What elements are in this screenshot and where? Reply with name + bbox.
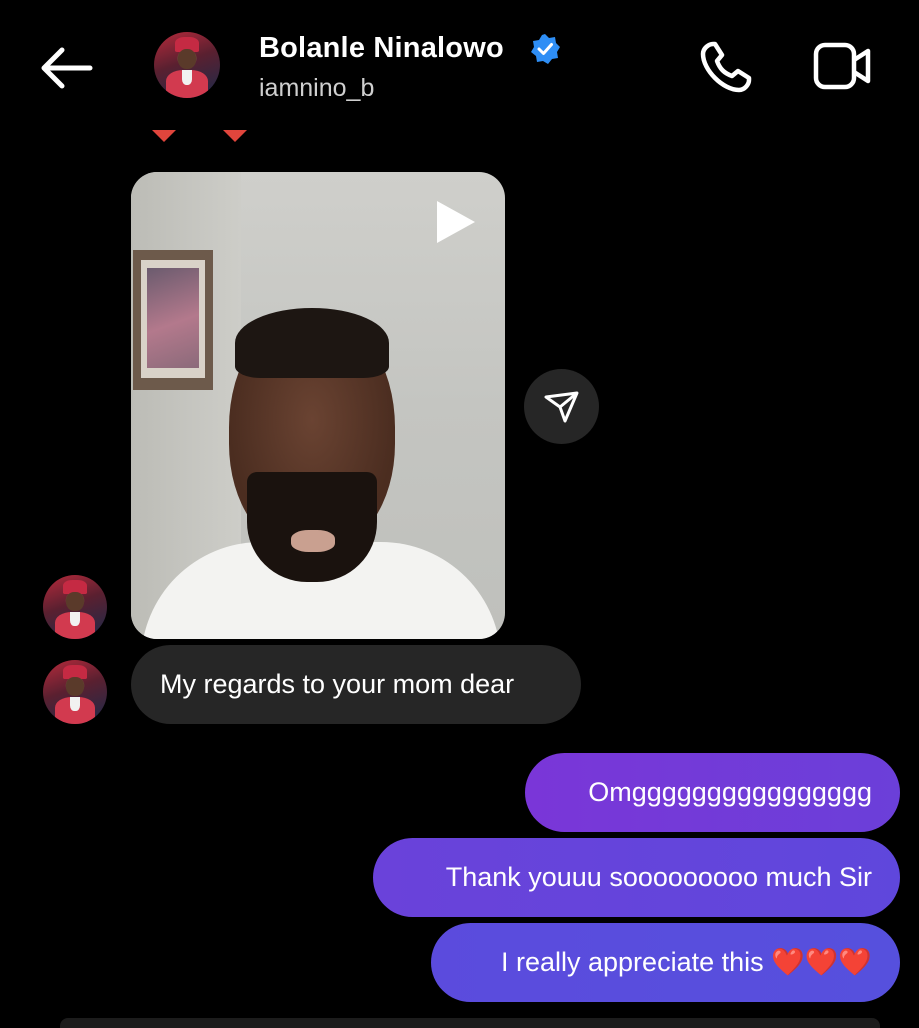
sender-avatar[interactable]	[43, 660, 107, 724]
chat-header: Bolanle Ninalowo iamnino_b	[0, 0, 919, 130]
heart-emoji-icon: ❤️❤️❤️	[771, 947, 872, 977]
back-arrow-icon[interactable]	[38, 40, 94, 96]
sender-avatar[interactable]	[43, 575, 107, 639]
contact-avatar[interactable]	[154, 32, 220, 98]
video-camera-icon[interactable]	[812, 40, 874, 92]
outgoing-message[interactable]: Omgggggggggggggggg	[525, 753, 900, 832]
contact-handle[interactable]: iamnino_b	[259, 74, 374, 103]
wall-picture-frame	[133, 250, 213, 390]
outgoing-message[interactable]: Thank youuu sooooooooo much Sir	[373, 838, 900, 917]
message-text: I really appreciate this	[500, 947, 764, 977]
message-composer-partial[interactable]	[60, 1018, 880, 1028]
message-text: Thank youuu sooooooooo much Sir	[445, 862, 872, 892]
message-text: My regards to your mom dear	[160, 669, 515, 699]
outgoing-message[interactable]: I really appreciate this ❤️❤️❤️	[431, 923, 900, 1002]
play-icon[interactable]	[431, 198, 479, 246]
phone-icon[interactable]	[697, 38, 755, 96]
verified-badge-icon	[529, 33, 561, 65]
paper-plane-icon	[544, 391, 579, 423]
incoming-message[interactable]: My regards to your mom dear	[131, 645, 581, 724]
video-message[interactable]	[131, 172, 505, 639]
contact-name[interactable]: Bolanle Ninalowo	[259, 32, 504, 65]
share-button[interactable]	[524, 369, 599, 444]
message-text: Omgggggggggggggggg	[588, 777, 872, 807]
